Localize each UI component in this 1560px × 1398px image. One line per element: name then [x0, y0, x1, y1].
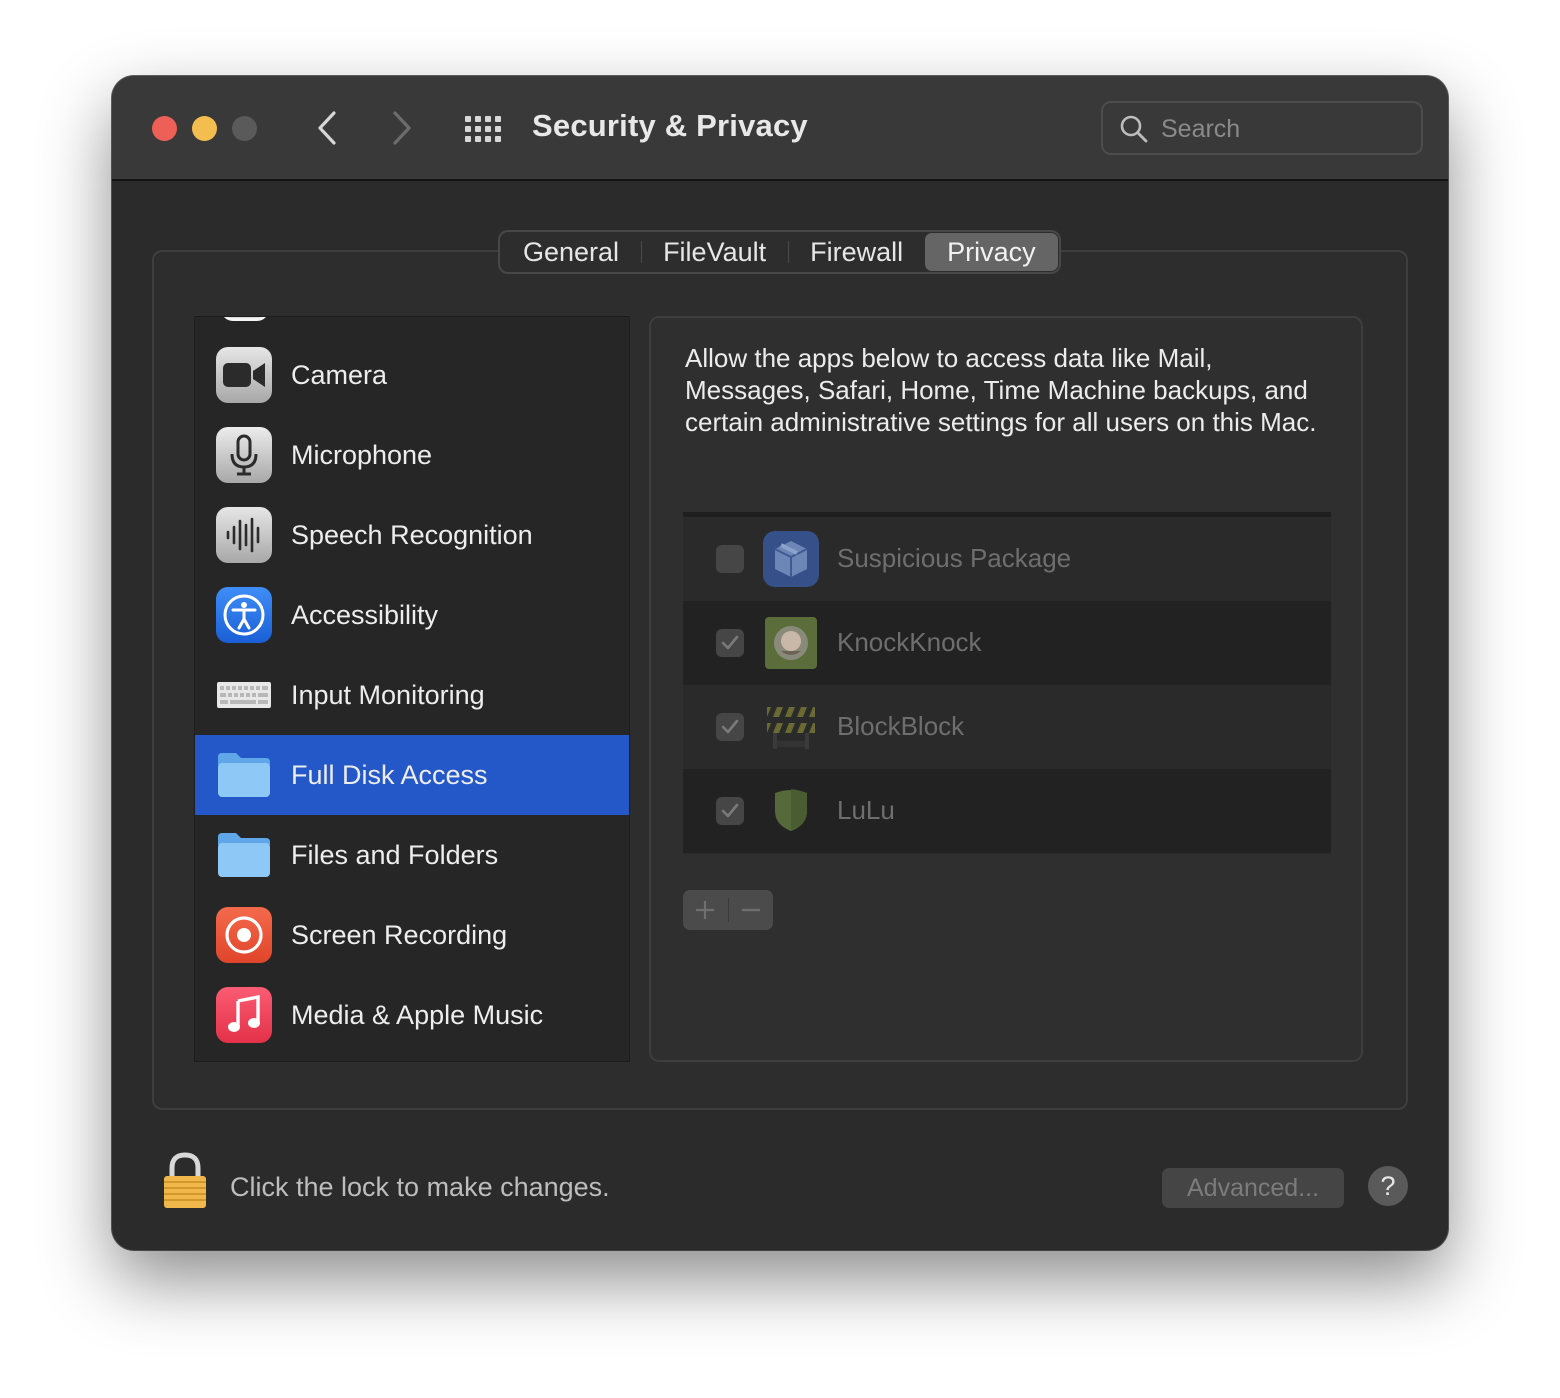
folder-icon — [216, 747, 272, 803]
sidebar-item-files-and-folders[interactable]: Files and Folders — [195, 815, 629, 895]
sidebar-item-label: Full Disk Access — [291, 759, 488, 790]
app-name: BlockBlock — [837, 711, 965, 741]
package-icon — [763, 531, 819, 587]
sidebar-item-label: Screen Recording — [291, 919, 508, 950]
app-checkbox[interactable] — [716, 629, 744, 657]
sidebar-item-accessibility[interactable]: Accessibility — [195, 575, 629, 655]
privacy-category-list[interactable]: Camera Microphone Speech Recognition Acc… — [194, 316, 630, 1062]
add-remove-control — [683, 890, 773, 930]
sidebar-item-input-monitoring[interactable]: Input Monitoring — [195, 655, 629, 735]
app-checkbox[interactable] — [716, 797, 744, 825]
record-icon — [216, 907, 272, 963]
camera-icon — [216, 347, 272, 403]
minus-icon — [741, 908, 760, 912]
security-privacy-window: Security & Privacy General FileVault Fir… — [112, 76, 1448, 1250]
panel-description: Allow the apps below to access data like… — [685, 343, 1317, 437]
app-list[interactable]: Suspicious Package KnockKnock BlockBlock… — [683, 512, 1331, 854]
sidebar-item-label: Camera — [291, 359, 388, 390]
help-button[interactable]: ? — [1368, 1166, 1408, 1206]
sidebar-item-screen-recording[interactable]: Screen Recording — [195, 895, 629, 975]
lock-icon — [164, 1152, 206, 1208]
app-name: Suspicious Package — [837, 543, 1072, 573]
lock-message: Click the lock to make changes. — [230, 1172, 610, 1202]
list-item-lulu[interactable]: LuLu — [683, 769, 1331, 853]
list-item-blockblock[interactable]: BlockBlock — [683, 685, 1331, 769]
tab-filevault[interactable]: FileVault — [641, 233, 788, 271]
chevron-right-icon — [393, 111, 411, 145]
back-button[interactable] — [307, 106, 347, 150]
remove-button[interactable] — [728, 890, 773, 930]
music-note-icon — [216, 987, 272, 1043]
sidebar-item-label: Microphone — [291, 439, 433, 470]
forward-button[interactable] — [382, 106, 422, 150]
lock-button[interactable] — [162, 1152, 208, 1210]
tab-general[interactable]: General — [501, 233, 641, 271]
sidebar-item-media-apple-music[interactable]: Media & Apple Music — [195, 975, 629, 1055]
sidebar-item-label: Accessibility — [291, 599, 439, 630]
app-checkbox[interactable] — [716, 713, 744, 741]
search-icon — [1120, 115, 1148, 143]
list-item-knockknock[interactable]: KnockKnock — [683, 601, 1331, 685]
app-name: LuLu — [837, 795, 895, 825]
sidebar-item-camera[interactable]: Camera — [195, 335, 629, 415]
app-name: KnockKnock — [837, 627, 982, 657]
advanced-button[interactable]: Advanced... — [1162, 1168, 1344, 1208]
location-icon — [221, 317, 269, 321]
microphone-icon — [216, 427, 272, 483]
full-disk-access-panel: Allow the apps below to access data like… — [649, 316, 1363, 1062]
waveform-icon — [216, 507, 272, 563]
minimize-button[interactable] — [192, 116, 217, 141]
checkmark-icon — [721, 635, 739, 650]
accessibility-icon — [216, 587, 272, 643]
list-item-suspicious-package[interactable]: Suspicious Package — [683, 517, 1331, 601]
knockknock-icon — [763, 615, 819, 671]
tab-firewall[interactable]: Firewall — [788, 233, 925, 271]
sidebar-item-label: Speech Recognition — [291, 519, 533, 550]
sidebar-item-label: Input Monitoring — [291, 679, 485, 710]
keyboard-icon — [216, 667, 272, 723]
sidebar-item-speech-recognition[interactable]: Speech Recognition — [195, 495, 629, 575]
window-title: Security & Privacy — [532, 108, 808, 143]
tab-bar: General FileVault Firewall Privacy — [498, 230, 1061, 274]
close-button[interactable] — [152, 116, 177, 141]
shield-icon — [763, 783, 819, 839]
show-all-button[interactable] — [462, 109, 504, 151]
app-checkbox[interactable] — [716, 545, 744, 573]
search-field[interactable] — [1101, 101, 1423, 155]
zoom-button[interactable] — [232, 116, 257, 141]
grid-icon — [465, 116, 501, 142]
add-button[interactable] — [683, 890, 728, 930]
tab-privacy[interactable]: Privacy — [925, 233, 1058, 271]
title-bar: Security & Privacy — [112, 76, 1448, 181]
sidebar-item-label: Media & Apple Music — [291, 999, 544, 1030]
sidebar-item-full-disk-access[interactable]: Full Disk Access — [195, 735, 629, 815]
checkmark-icon — [721, 803, 739, 818]
chevron-left-icon — [318, 111, 336, 145]
sidebar-item-microphone[interactable]: Microphone — [195, 415, 629, 495]
search-input[interactable] — [1161, 111, 1411, 147]
plus-icon — [696, 901, 715, 919]
sidebar-item-label: Files and Folders — [291, 839, 499, 870]
folder-icon — [216, 827, 272, 883]
checkmark-icon — [721, 719, 739, 734]
barricade-icon — [763, 699, 819, 755]
